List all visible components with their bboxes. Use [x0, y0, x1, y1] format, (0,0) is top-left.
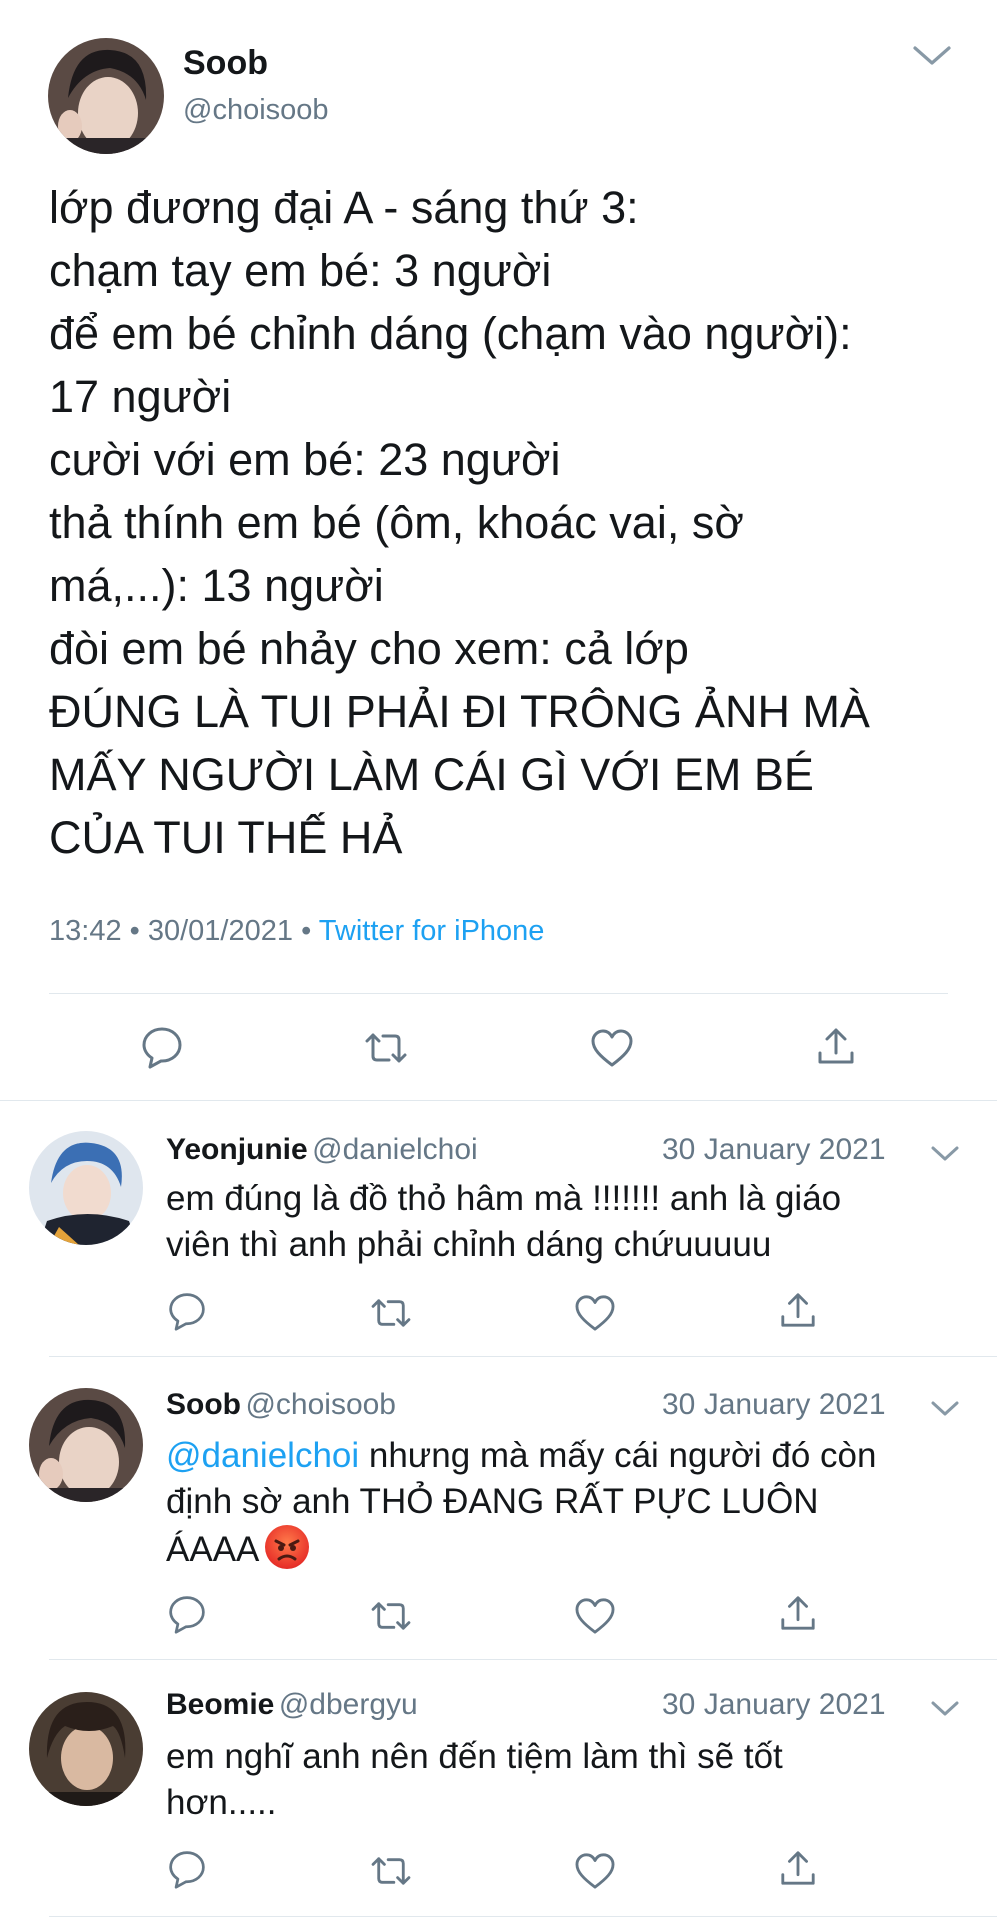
meta-separator: •: [129, 915, 140, 947]
tweet-line: để em bé chỉnh dáng (chạm vào người):: [49, 308, 852, 359]
reply-date: 30 January 2021: [662, 1688, 886, 1721]
author-name[interactable]: Soob: [183, 44, 268, 83]
reply-author-handle[interactable]: @choisoob: [245, 1388, 396, 1421]
reply-line: ÁAAA: [166, 1525, 876, 1573]
share-button[interactable]: [779, 1849, 817, 1887]
chevron-down-icon[interactable]: [930, 1400, 960, 1423]
reply-icon: [142, 1027, 182, 1069]
author-avatar[interactable]: [48, 38, 164, 154]
tweet-line: 17 người: [49, 371, 232, 422]
like-button[interactable]: [574, 1597, 616, 1635]
heart-icon: [575, 1295, 615, 1331]
share-icon: [818, 1028, 854, 1064]
tweet-line: chạm tay em bé: 3 người: [49, 245, 552, 296]
retweet-button[interactable]: [369, 1854, 413, 1888]
tweet-line: ĐÚNG LÀ TUI PHẢI ĐI TRÔNG ẢNH MÀ: [49, 686, 870, 737]
tweet-line: đòi em bé nhảy cho xem: cả lớp: [49, 623, 689, 674]
reply-icon: [169, 1293, 205, 1331]
reply-text: @danielchoi nhưng mà mấy cái người đó cò…: [166, 1433, 876, 1573]
mention-link[interactable]: @danielchoi: [166, 1436, 359, 1475]
tweet-line: má,...): 13 người: [49, 560, 384, 611]
reply-icon: [169, 1596, 205, 1634]
reply-text: em nghĩ anh nên đến tiệm làm thì sẽ tốt …: [166, 1734, 783, 1826]
reply-line: định sờ anh THỎ ĐANG RẤT PỰC LUÔN: [166, 1482, 819, 1521]
reply-tweet[interactable]: Beomie @dbergyu 30 January 2021 em nghĩ …: [0, 1660, 997, 1920]
reply-date: 30 January 2021: [662, 1388, 886, 1421]
share-icon: [781, 1596, 815, 1630]
chevron-down-icon[interactable]: [930, 1700, 960, 1723]
reply-tweet[interactable]: Yeonjunie @danielchoi 30 January 2021 em…: [0, 1101, 997, 1357]
reply-author-handle[interactable]: @dbergyu: [279, 1688, 418, 1721]
tweet-time: 13:42: [49, 915, 122, 947]
avatar-photo: [48, 38, 164, 154]
tweet-line: MẤY NGƯỜI LÀM CÁI GÌ VỚI EM BÉ: [49, 749, 814, 800]
tweet-line: lớp đương đại A - sáng thứ 3:: [49, 182, 639, 233]
share-button[interactable]: [779, 1594, 817, 1632]
reply-text: em đúng là đồ thỏ hâm mà !!!!!!! anh là …: [166, 1176, 841, 1268]
like-button[interactable]: [574, 1852, 616, 1890]
tweet-line: cười với em bé: 23 người: [49, 434, 561, 485]
share-button[interactable]: [816, 1026, 856, 1066]
heart-icon: [591, 1029, 633, 1067]
reply-line: em đúng là đồ thỏ hâm mà !!!!!!! anh là …: [166, 1179, 842, 1218]
retweet-icon: [371, 1602, 411, 1630]
reply-header: Beomie @dbergyu: [166, 1688, 418, 1722]
retweet-icon: [365, 1033, 407, 1063]
reply-line: em nghĩ anh nên đến tiệm làm thì sẽ tốt: [166, 1737, 783, 1776]
reply-line: @danielchoi nhưng mà mấy cái người đó cò…: [166, 1433, 876, 1479]
divider: [49, 993, 948, 994]
chevron-down-icon[interactable]: [912, 44, 952, 73]
reply-line: viên thì anh phải chỉnh dáng chứuuuuu: [166, 1225, 772, 1264]
retweet-button[interactable]: [369, 1296, 413, 1330]
share-icon: [781, 1851, 815, 1885]
retweet-button[interactable]: [369, 1599, 413, 1633]
reply-button[interactable]: [140, 1025, 184, 1069]
avatar-photo: [29, 1388, 143, 1502]
reply-author-name[interactable]: Soob: [166, 1388, 241, 1421]
reply-header: Soob @choisoob: [166, 1388, 396, 1422]
reply-button[interactable]: [167, 1594, 207, 1634]
reply-line: hơn.....: [166, 1783, 277, 1822]
avatar-photo: [29, 1131, 143, 1245]
tweet-meta: 13:42 • 30/01/2021 • Twitter for iPhone: [49, 915, 544, 948]
like-button[interactable]: [574, 1294, 616, 1332]
avatar[interactable]: [29, 1388, 143, 1502]
divider: [49, 1916, 997, 1917]
avatar-photo: [29, 1692, 143, 1806]
reply-author-handle[interactable]: @danielchoi: [312, 1133, 478, 1166]
tweet-line: CỦA TUI THẾ HẢ: [49, 812, 403, 863]
avatar[interactable]: [29, 1692, 143, 1806]
reply-icon: [169, 1851, 205, 1889]
tweet-source-link[interactable]: Twitter for iPhone: [319, 915, 545, 947]
reply-author-name[interactable]: Yeonjunie: [166, 1133, 308, 1166]
tweet-line: thả thính em bé (ôm, khoác vai, sờ: [49, 497, 744, 548]
heart-icon: [575, 1853, 615, 1889]
reply-date: 30 January 2021: [662, 1133, 886, 1166]
share-icon: [781, 1293, 815, 1327]
retweet-icon: [371, 1857, 411, 1885]
tweet-date: 30/01/2021: [147, 915, 294, 947]
reply-line-text: nhưng mà mấy cái người đó còn: [359, 1436, 877, 1475]
reply-button[interactable]: [167, 1291, 207, 1331]
avatar[interactable]: [29, 1131, 143, 1245]
reply-author-name[interactable]: Beomie: [166, 1688, 274, 1721]
share-button[interactable]: [779, 1291, 817, 1329]
angry-face-emoji: [265, 1525, 310, 1569]
reply-line-text: ÁAAA: [166, 1530, 260, 1569]
meta-separator: •: [301, 915, 312, 947]
retweet-icon: [371, 1299, 411, 1327]
retweet-button[interactable]: [363, 1030, 409, 1066]
reply-button[interactable]: [167, 1849, 207, 1889]
like-button[interactable]: [590, 1028, 634, 1068]
author-handle[interactable]: @choisoob: [183, 94, 329, 127]
chevron-down-icon[interactable]: [930, 1145, 960, 1168]
tweet-text: lớp đương đại A - sáng thứ 3: chạm tay e…: [49, 176, 870, 869]
heart-icon: [575, 1598, 615, 1634]
reply-tweet[interactable]: Soob @choisoob 30 January 2021 @danielch…: [0, 1357, 997, 1659]
reply-header: Yeonjunie @danielchoi: [166, 1133, 478, 1167]
